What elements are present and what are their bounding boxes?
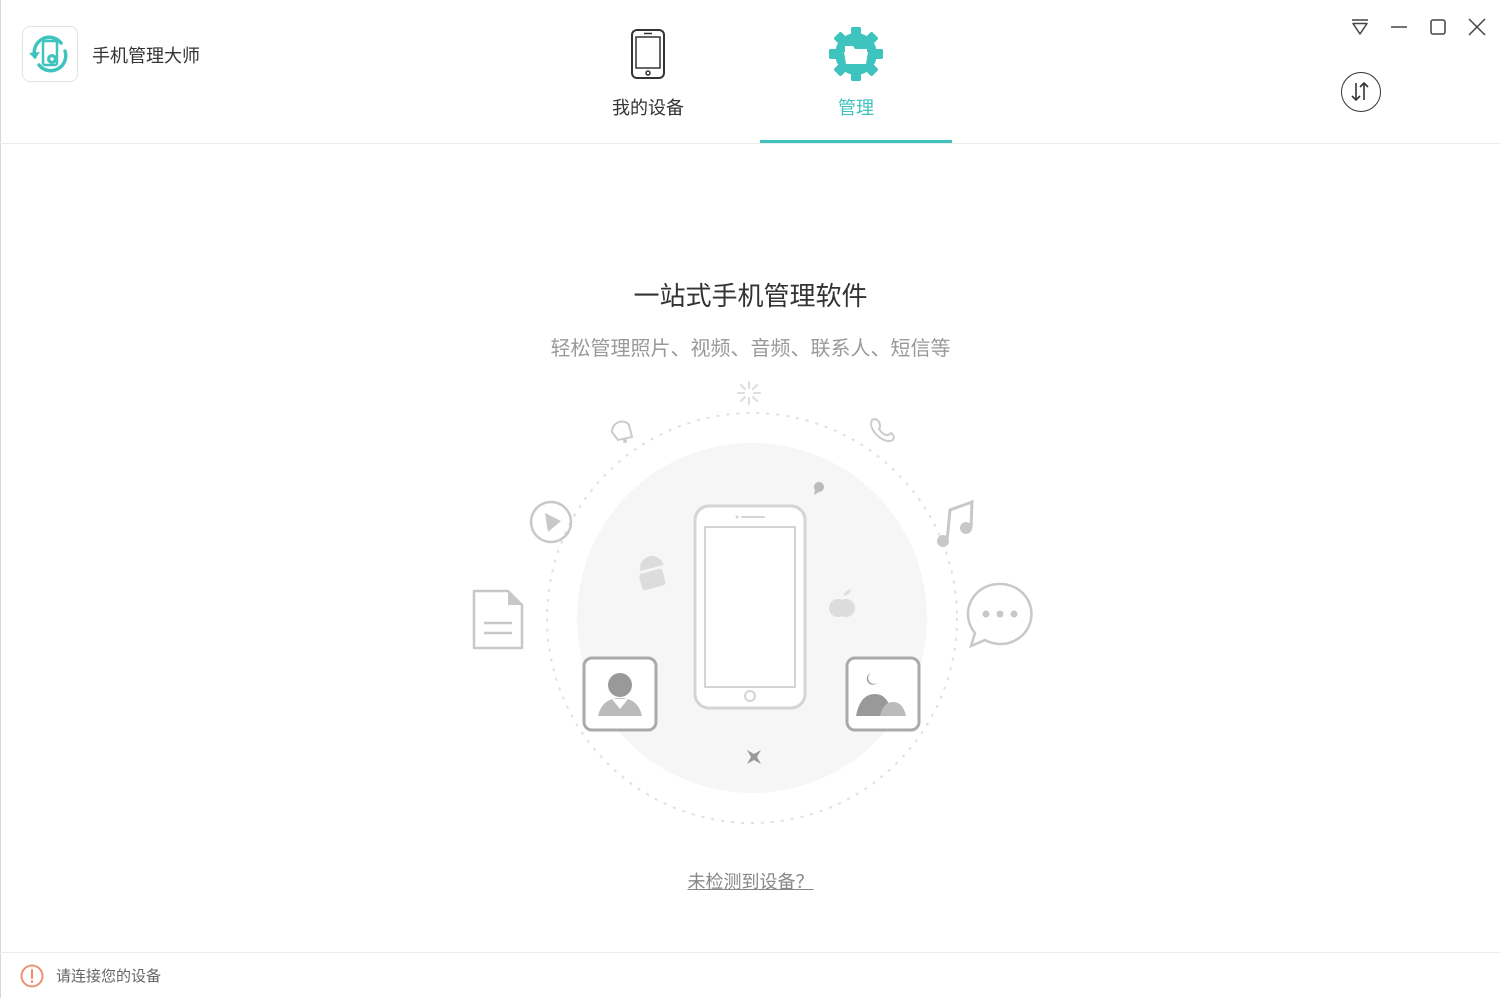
phone-icon [631, 29, 665, 79]
app-title: 手机管理大师 [92, 46, 200, 67]
header-divider [0, 143, 1501, 144]
tab-my-device[interactable]: 我的设备 [552, 0, 744, 143]
tab-manage[interactable]: 管理 [760, 0, 952, 143]
tab-label: 我的设备 [612, 98, 684, 119]
maximize-button[interactable] [1425, 14, 1451, 40]
close-icon [1468, 18, 1486, 36]
no-device-detected-link[interactable]: 未检测到设备？ [0, 868, 1501, 894]
dropdown-menu-button[interactable] [1347, 14, 1373, 40]
no-device-link-text[interactable]: 未检测到设备？ [688, 872, 814, 893]
minimize-button[interactable] [1386, 14, 1412, 40]
document-icon [472, 589, 524, 650]
dropdown-menu-icon [1352, 19, 1368, 35]
window-border [0, 0, 1, 998]
bell-icon [610, 420, 634, 442]
gear-folder-icon [829, 27, 883, 81]
transfer-arrows-icon [1351, 81, 1369, 102]
minimize-icon [1391, 26, 1407, 28]
status-divider [0, 952, 1501, 953]
phone-sync-gear-icon [29, 35, 68, 73]
photo-card-icon [845, 656, 921, 732]
play-icon [529, 500, 573, 544]
message-bubble-icon [966, 582, 1033, 649]
device-illustration [472, 381, 1033, 824]
music-note-icon [937, 499, 974, 547]
phone-call-icon [870, 418, 895, 443]
main-title: 一站式手机管理软件 [633, 282, 868, 312]
header: 手机管理大师 我的设备 管理 [0, 0, 1501, 143]
tab-label: 管理 [838, 98, 874, 119]
app-logo [22, 26, 78, 82]
status-indicator [20, 964, 44, 988]
sparkle-icon [737, 381, 761, 405]
contact-card-icon [582, 656, 658, 732]
status-text: 请连接您的设备 [56, 967, 162, 985]
phone-outline [693, 504, 807, 710]
close-button[interactable] [1464, 14, 1490, 40]
transfer-button[interactable] [1341, 72, 1381, 112]
warning-icon [20, 964, 44, 988]
maximize-icon [1430, 19, 1446, 35]
main-subtitle: 轻松管理照片、视频、音频、联系人、短信等 [550, 336, 951, 360]
